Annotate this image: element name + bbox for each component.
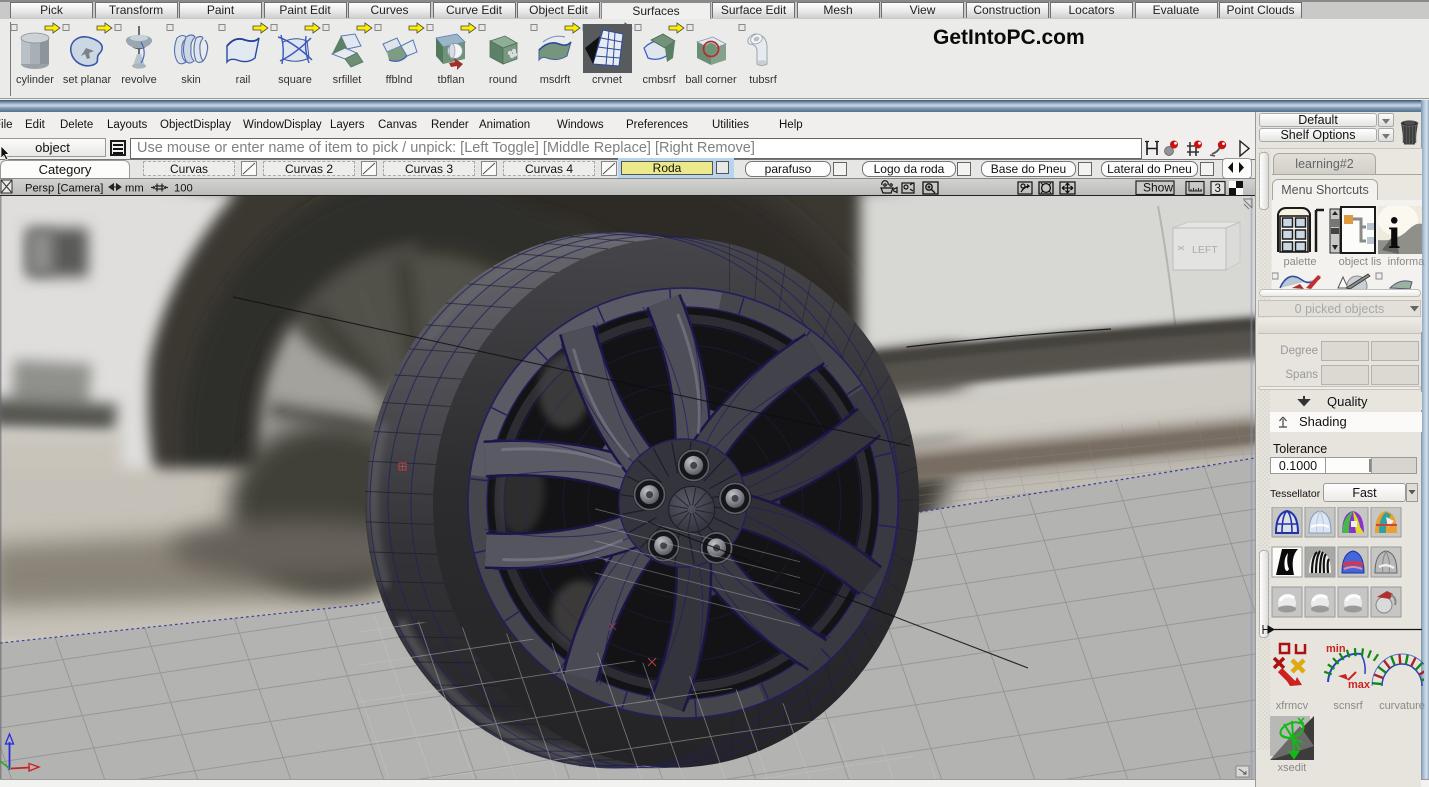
svg-text:100: 100 [174,183,193,195]
svg-text:min: min [1326,643,1346,655]
svg-text:max: max [1348,679,1371,691]
svg-text:Show: Show [1143,181,1173,195]
svg-text:mm: mm [125,183,144,195]
svg-text:3: 3 [1215,183,1221,195]
svg-text:LEFT: LEFT [1192,244,1218,256]
svg-text:i: i [1388,209,1400,256]
svg-text:Persp [Camera]: Persp [Camera] [25,183,103,195]
